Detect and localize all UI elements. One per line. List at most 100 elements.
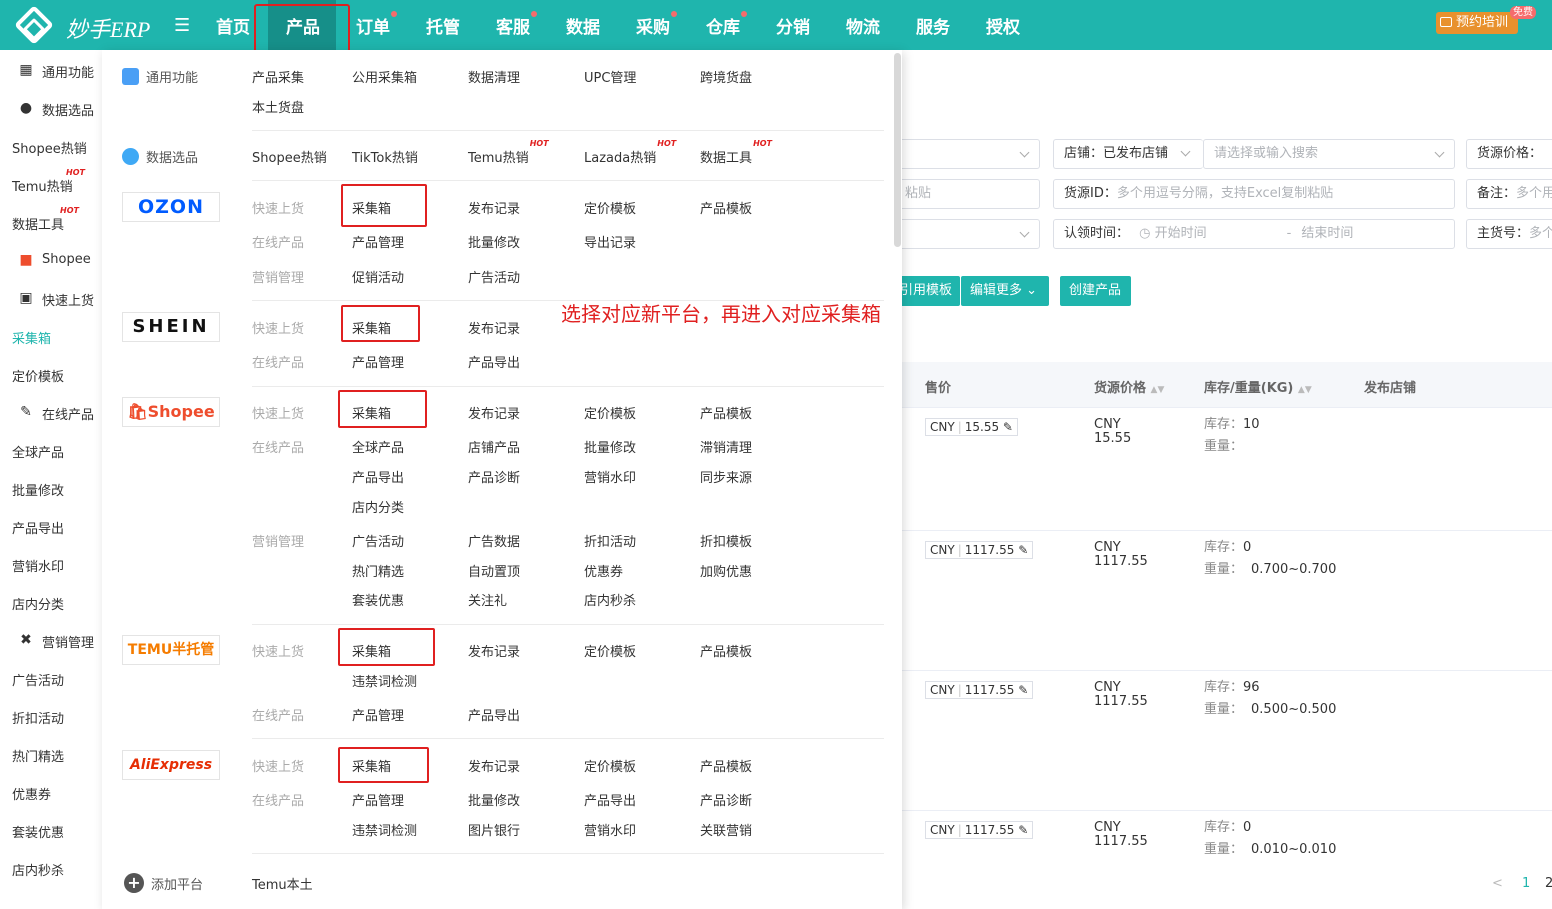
sidebar-item-coupons[interactable]: 优惠券 [12,784,51,803]
nav-distribution[interactable]: 分销 [776,13,810,38]
filter-dropdown-3[interactable] [880,219,1040,249]
sidebar-item-product-export[interactable]: 产品导出 [12,518,64,537]
nav-services[interactable]: 服务 [916,13,950,38]
menu-data-clean[interactable]: 数据清理 [468,67,520,86]
nav-orders[interactable]: 订单 [356,11,397,38]
sidebar-item-temu-hot[interactable]: Temu热销 [12,176,73,195]
sidebar-item-shopee-hot[interactable]: Shopee热销 [12,138,87,157]
shopee-coupons[interactable]: 优惠券 [584,561,623,580]
sidebar-item-data-tools[interactable]: 数据工具 [12,214,64,233]
shopee-ad-data[interactable]: 广告数据 [468,531,520,550]
ali-bulk-edit[interactable]: 批量修改 [468,790,520,809]
shopee-slow-clear[interactable]: 滞销清理 [700,437,752,456]
ozon-bulk-edit[interactable]: 批量修改 [468,232,520,251]
add-platform-label[interactable]: 添加平台 [151,874,203,893]
ali-banned-words[interactable]: 违禁词检测 [352,820,417,839]
menu-tiktok-hot[interactable]: TikTok热销 [352,147,418,166]
ali-related-marketing[interactable]: 关联营销 [700,820,752,839]
sidebar-item-ads[interactable]: 广告活动 [12,670,64,689]
ali-product-export[interactable]: 产品导出 [584,790,636,809]
remark-input[interactable]: 备注：多个用 [1466,179,1552,209]
temu-product-template[interactable]: 产品模板 [700,641,752,660]
shopee-hot-picks[interactable]: 热门精选 [352,561,404,580]
col-stock-weight[interactable]: 库存/重量(KG) ▲▼ [1204,377,1312,396]
nav-purchase[interactable]: 采购 [636,11,677,38]
sidebar-item-bundle[interactable]: 套装优惠 [12,822,64,841]
ozon-product-manage[interactable]: 产品管理 [352,232,404,251]
shopee-discount[interactable]: 折扣活动 [584,531,636,550]
ozon-product-template[interactable]: 产品模板 [700,198,752,217]
shop-select[interactable]: 店铺：已发布店铺 [1053,139,1203,169]
temu-publish-record[interactable]: 发布记录 [468,641,520,660]
claim-time-range[interactable]: 认领时间： ◷ 开始时间 - 结束时间 [1053,219,1455,249]
sidebar-item-collect-box[interactable]: 采集箱 [12,328,51,347]
ozon-publish-record[interactable]: 发布记录 [468,198,520,217]
sidebar-item-watermark[interactable]: 营销水印 [12,556,64,575]
sidebar-item-hot-picks[interactable]: 热门精选 [12,746,64,765]
menu-data-tools[interactable]: 数据工具 HOT [700,139,772,166]
ali-pricing-template[interactable]: 定价模板 [584,756,636,775]
menu-temu-local[interactable]: Temu本土 [252,874,313,893]
ozon-export-record[interactable]: 导出记录 [584,232,636,251]
menu-lazada-hot[interactable]: Lazada热销 HOT [584,139,676,166]
menu-local-pool[interactable]: 本土货盘 [252,97,304,116]
edit-more-button[interactable]: 编辑更多 ⌄ [961,276,1049,306]
ozon-ad-campaign[interactable]: 广告活动 [468,267,520,286]
menu-upc[interactable]: UPC管理 [584,67,636,86]
create-product-button[interactable]: 创建产品 [1060,276,1131,306]
shein-logo[interactable]: SHEIN [122,312,220,342]
menu-scrollbar[interactable] [894,53,901,247]
sale-price-tag[interactable]: CNY | 1117.55 ✎ [925,541,1034,559]
source-price-filter[interactable]: 货源价格： [1466,139,1552,169]
nav-logistics[interactable]: 物流 [846,13,880,38]
paste-input[interactable]: 粘贴 [880,179,1040,209]
shopee-product-template[interactable]: 产品模板 [700,403,752,422]
shopee-publish-record[interactable]: 发布记录 [468,403,520,422]
book-training-button[interactable]: 预约培训 [1436,12,1518,34]
shopee-logo[interactable]: 🛍Shopee [122,397,220,427]
filter-dropdown-1[interactable] [880,139,1040,169]
shopee-addon-deal[interactable]: 加购优惠 [700,561,752,580]
shein-product-export[interactable]: 产品导出 [468,352,520,371]
temu-banned-words[interactable]: 违禁词检测 [352,671,417,690]
shopee-product-diagnose[interactable]: 产品诊断 [468,467,520,486]
shopee-product-export[interactable]: 产品导出 [352,467,404,486]
shopee-shop-products[interactable]: 店铺产品 [468,437,520,456]
nav-hosting[interactable]: 托管 [426,13,460,38]
menu-toggle-icon[interactable]: ☰ [174,15,190,36]
sidebar-item-bulk-edit[interactable]: 批量修改 [12,480,64,499]
sidebar-item-shop-category[interactable]: 店内分类 [12,594,64,613]
app-logo[interactable]: 妙手ERP [14,5,166,45]
temu-product-manage[interactable]: 产品管理 [352,705,404,724]
ali-product-template[interactable]: 产品模板 [700,756,752,775]
ali-publish-record[interactable]: 发布记录 [468,756,520,775]
pager-prev[interactable]: < [1492,876,1503,891]
shopee-auto-bump[interactable]: 自动置顶 [468,561,520,580]
sale-price-tag[interactable]: CNY | 1117.55 ✎ [925,681,1034,699]
ozon-logo[interactable]: OZON [122,192,220,222]
shopee-bulk-edit[interactable]: 批量修改 [584,437,636,456]
sidebar-item-quick-upload[interactable]: 快速上货 [42,290,94,309]
ozon-pricing-template[interactable]: 定价模板 [584,198,636,217]
ali-watermark[interactable]: 营销水印 [584,820,636,839]
sidebar-item-data-select[interactable]: 数据选品 [42,100,94,119]
menu-product-collect[interactable]: 产品采集 [252,67,304,86]
sidebar-item-pricing-template[interactable]: 定价模板 [12,366,64,385]
plus-icon[interactable]: + [124,873,144,893]
sidebar-item-global-products[interactable]: 全球产品 [12,442,64,461]
sidebar-item-flash-sale[interactable]: 店内秒杀 [12,860,64,879]
nav-service[interactable]: 客服 [496,11,537,38]
pager-page-1[interactable]: 1 [1522,876,1530,891]
temu-logo[interactable]: TEMU半托管 [122,635,220,665]
shopee-discount-template[interactable]: 折扣模板 [700,531,752,550]
sidebar-item-shopee[interactable]: Shopee [42,252,91,267]
sidebar-item-online-products[interactable]: 在线产品 [42,404,94,423]
nav-home[interactable]: 首页 [216,13,250,38]
shopee-watermark[interactable]: 营销水印 [584,467,636,486]
col-source-price[interactable]: 货源价格 ▲▼ [1094,377,1164,396]
temu-product-export[interactable]: 产品导出 [468,705,520,724]
shopee-global-products[interactable]: 全球产品 [352,437,404,456]
sidebar-item-marketing[interactable]: 营销管理 [42,632,94,651]
shopee-sync-source[interactable]: 同步来源 [700,467,752,486]
nav-data[interactable]: 数据 [566,13,600,38]
